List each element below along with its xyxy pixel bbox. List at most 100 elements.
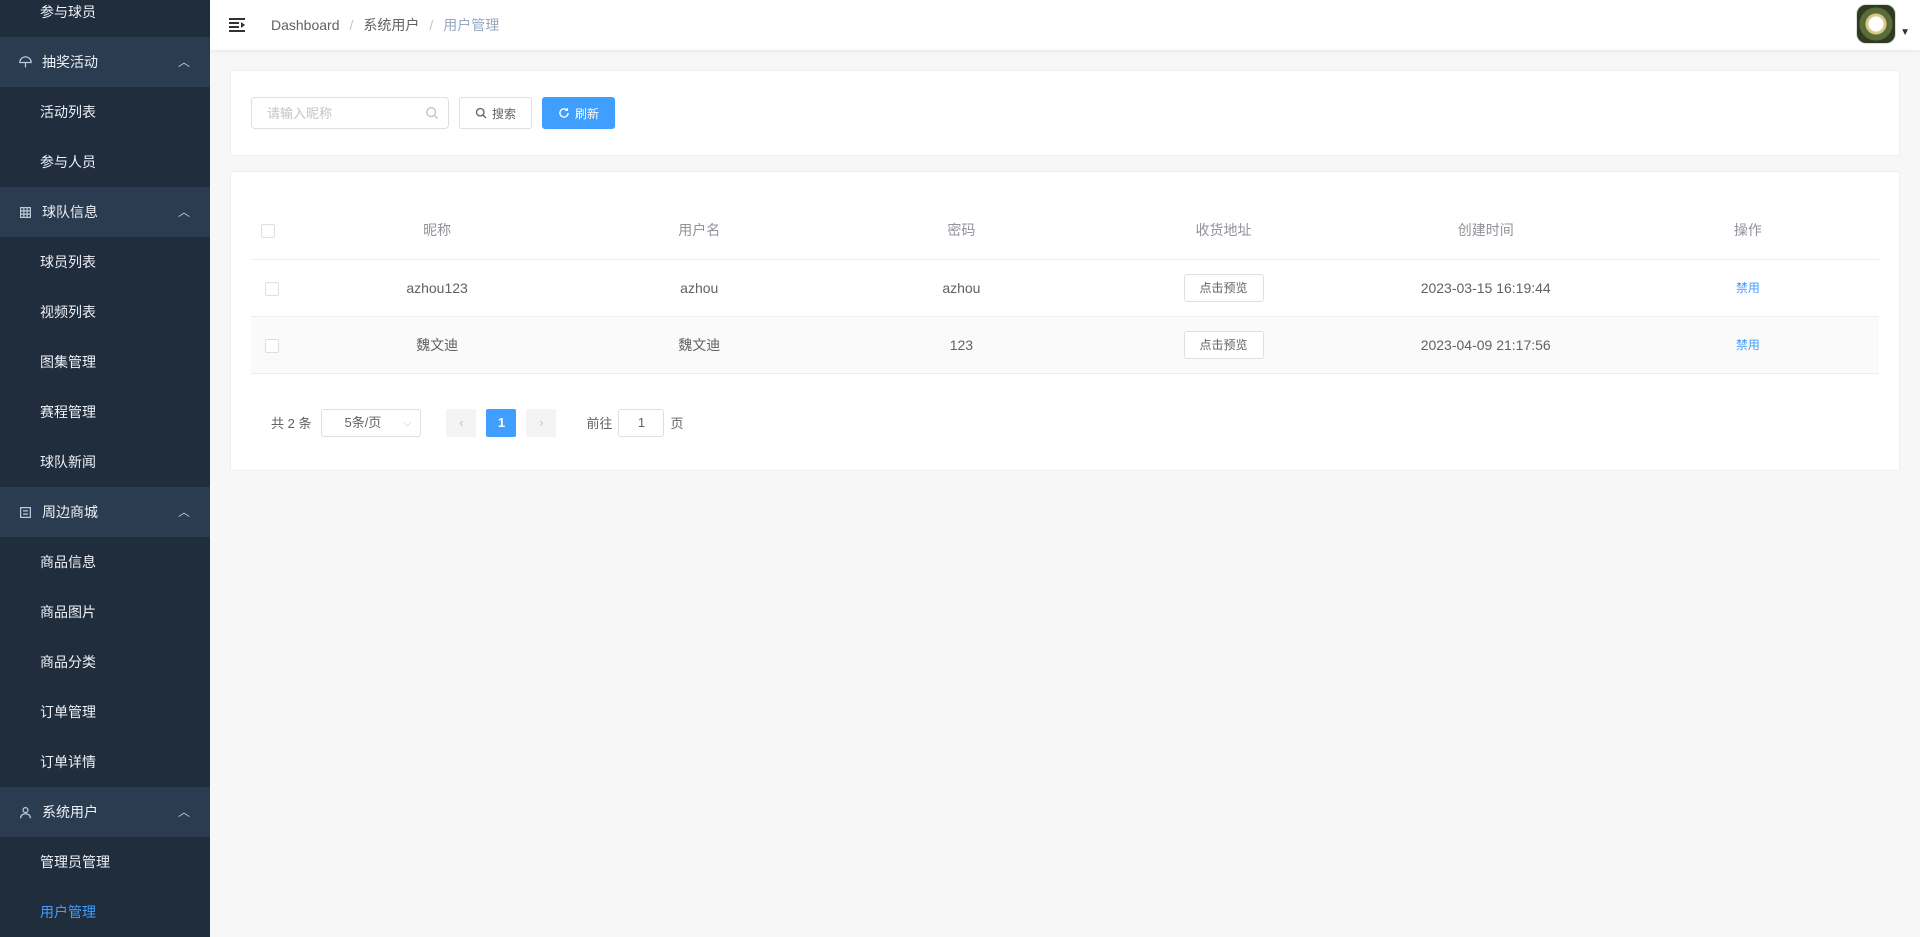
sidebar-group-label: 系统用户 bbox=[42, 804, 98, 820]
sidebar-item-video-list[interactable]: 视频列表 bbox=[0, 287, 210, 337]
table-row: 魏文迪 魏文迪 123 点击预览 2023-04-09 21:17:56 禁用 bbox=[251, 316, 1879, 374]
page-number-button[interactable]: 1 bbox=[486, 408, 517, 437]
column-header-password: 密码 bbox=[830, 192, 1093, 260]
sidebar-item-user-management[interactable]: 用户管理 bbox=[0, 887, 210, 937]
row-checkbox[interactable] bbox=[265, 338, 279, 353]
cell-nickname: azhou123 bbox=[306, 259, 569, 317]
table-header-row: 昵称 用户名 密码 收货地址 创建时间 操作 bbox=[251, 192, 1879, 260]
sidebar-item-label: 参与球员 bbox=[40, 4, 96, 20]
sidebar-item-activity-list[interactable]: 活动列表 bbox=[0, 87, 210, 137]
sidebar-group-lottery[interactable]: 抽奖活动 ︿ bbox=[0, 37, 210, 87]
chevron-up-icon: ︿ bbox=[177, 805, 190, 819]
table-card: 昵称 用户名 密码 收货地址 创建时间 操作 azhou123 azhou az… bbox=[230, 171, 1900, 471]
sidebar-item-gallery[interactable]: 图集管理 bbox=[0, 337, 210, 387]
search-box bbox=[251, 97, 449, 129]
page-size-select[interactable]: 5条/页 ⌵ bbox=[321, 408, 422, 437]
sidebar-item-team-news[interactable]: 球队新闻 bbox=[0, 437, 210, 487]
user-table: 昵称 用户名 密码 收货地址 创建时间 操作 azhou123 azhou az… bbox=[251, 192, 1879, 374]
disable-button[interactable]: 禁用 bbox=[1736, 338, 1760, 352]
sidebar-item-label: 视频列表 bbox=[40, 304, 96, 320]
sidebar-group-label: 抽奖活动 bbox=[42, 54, 98, 70]
sidebar-group-label: 周边商城 bbox=[42, 504, 98, 520]
building-icon bbox=[18, 205, 32, 219]
sidebar-item-label: 赛程管理 bbox=[40, 404, 96, 420]
refresh-button[interactable]: 刷新 bbox=[542, 97, 616, 129]
search-icon bbox=[475, 107, 487, 119]
page-jumper: 前往 页 bbox=[586, 408, 684, 437]
breadcrumb-dashboard[interactable]: Dashboard bbox=[271, 17, 340, 33]
caret-down-icon[interactable]: ▼ bbox=[1900, 27, 1910, 38]
breadcrumb: Dashboard / 系统用户 / 用户管理 bbox=[271, 15, 499, 35]
nickname-search-input[interactable] bbox=[252, 98, 448, 128]
cell-password: 123 bbox=[830, 316, 1093, 374]
sidebar-item-order-management[interactable]: 订单管理 bbox=[0, 687, 210, 737]
shop-icon bbox=[18, 505, 32, 519]
cell-password: azhou bbox=[830, 259, 1093, 317]
sidebar-group-shop[interactable]: 周边商城 ︿ bbox=[0, 487, 210, 537]
search-icon[interactable] bbox=[425, 106, 439, 120]
breadcrumb-separator: / bbox=[429, 17, 434, 33]
column-header-actions: 操作 bbox=[1616, 192, 1879, 260]
sidebar-item-product-info[interactable]: 商品信息 bbox=[0, 537, 210, 587]
sidebar-item-label: 球员列表 bbox=[40, 254, 96, 270]
main-content: 搜索 刷新 昵称 用户名 密码 收货地址 创建时间 操作 bbox=[210, 50, 1920, 937]
cell-username: 魏文迪 bbox=[568, 316, 831, 374]
prev-page-button[interactable]: ‹ bbox=[446, 408, 477, 437]
sidebar-group-system-users[interactable]: 系统用户 ︿ bbox=[0, 787, 210, 837]
sidebar-item-label: 商品图片 bbox=[40, 604, 96, 620]
sidebar-item-label: 订单管理 bbox=[40, 704, 96, 720]
chevron-up-icon: ︿ bbox=[177, 505, 190, 519]
sidebar-item-label: 管理员管理 bbox=[40, 854, 110, 870]
refresh-icon bbox=[558, 107, 570, 119]
sidebar-group-team-info[interactable]: 球队信息 ︿ bbox=[0, 187, 210, 237]
sidebar-item-participants[interactable]: 参与人员 bbox=[0, 137, 210, 187]
sidebar-item-label: 活动列表 bbox=[40, 104, 96, 120]
cell-address: 点击预览 bbox=[1092, 316, 1355, 374]
search-button[interactable]: 搜索 bbox=[459, 97, 533, 129]
top-navbar: Dashboard / 系统用户 / 用户管理 ▼ bbox=[210, 0, 1920, 50]
column-header-created: 创建时间 bbox=[1354, 192, 1617, 260]
sidebar-item-schedule[interactable]: 赛程管理 bbox=[0, 387, 210, 437]
user-avatar-dropdown[interactable]: ▼ bbox=[1856, 4, 1910, 44]
cell-nickname: 魏文迪 bbox=[306, 316, 569, 374]
sidebar-item-product-images[interactable]: 商品图片 bbox=[0, 587, 210, 637]
avatar[interactable] bbox=[1856, 4, 1897, 44]
goto-prefix: 前往 bbox=[586, 416, 613, 431]
goto-suffix: 页 bbox=[670, 416, 684, 431]
cell-address: 点击预览 bbox=[1092, 259, 1355, 317]
page-size-value: 5条/页 bbox=[344, 414, 382, 430]
table-row: azhou123 azhou azhou 点击预览 2023-03-15 16:… bbox=[251, 259, 1879, 317]
breadcrumb-system-users: 系统用户 bbox=[363, 17, 420, 33]
breadcrumb-user-management: 用户管理 bbox=[443, 17, 500, 33]
search-button-label: 搜索 bbox=[492, 106, 517, 121]
cell-created: 2023-03-15 16:19:44 bbox=[1354, 259, 1617, 317]
chevron-down-icon: ⌵ bbox=[403, 416, 412, 429]
address-preview-button[interactable]: 点击预览 bbox=[1183, 330, 1264, 359]
chevron-up-icon: ︿ bbox=[177, 205, 190, 219]
sidebar-item-admin-management[interactable]: 管理员管理 bbox=[0, 837, 210, 887]
sidebar-item-label: 用户管理 bbox=[40, 904, 96, 920]
sidebar-item-participating-players[interactable]: 参与球员 bbox=[0, 0, 210, 37]
row-checkbox[interactable] bbox=[265, 281, 279, 296]
hamburger-icon[interactable] bbox=[227, 15, 247, 35]
sidebar-item-player-list[interactable]: 球员列表 bbox=[0, 237, 210, 287]
sidebar-item-product-category[interactable]: 商品分类 bbox=[0, 637, 210, 687]
pagination: 共 2 条 5条/页 ⌵ ‹ 1 › 前往 页 bbox=[251, 408, 1879, 437]
sidebar-item-label: 商品信息 bbox=[40, 554, 96, 570]
select-all-checkbox[interactable] bbox=[261, 223, 275, 238]
goto-page-input[interactable] bbox=[618, 408, 665, 437]
cell-actions: 禁用 bbox=[1616, 316, 1879, 374]
filter-card: 搜索 刷新 bbox=[230, 70, 1900, 156]
column-header-nickname: 昵称 bbox=[306, 192, 569, 260]
refresh-button-label: 刷新 bbox=[575, 106, 600, 121]
address-preview-button[interactable]: 点击预览 bbox=[1183, 273, 1264, 302]
next-page-button[interactable]: › bbox=[526, 408, 557, 437]
breadcrumb-separator: / bbox=[349, 17, 354, 33]
sidebar-item-order-details[interactable]: 订单详情 bbox=[0, 737, 210, 787]
sidebar-item-label: 订单详情 bbox=[40, 754, 96, 770]
cell-actions: 禁用 bbox=[1616, 259, 1879, 317]
disable-button[interactable]: 禁用 bbox=[1736, 281, 1760, 295]
pagination-total: 共 2 条 bbox=[271, 416, 312, 431]
sidebar-group-label: 球队信息 bbox=[42, 204, 98, 220]
sidebar-item-label: 商品分类 bbox=[40, 654, 96, 670]
